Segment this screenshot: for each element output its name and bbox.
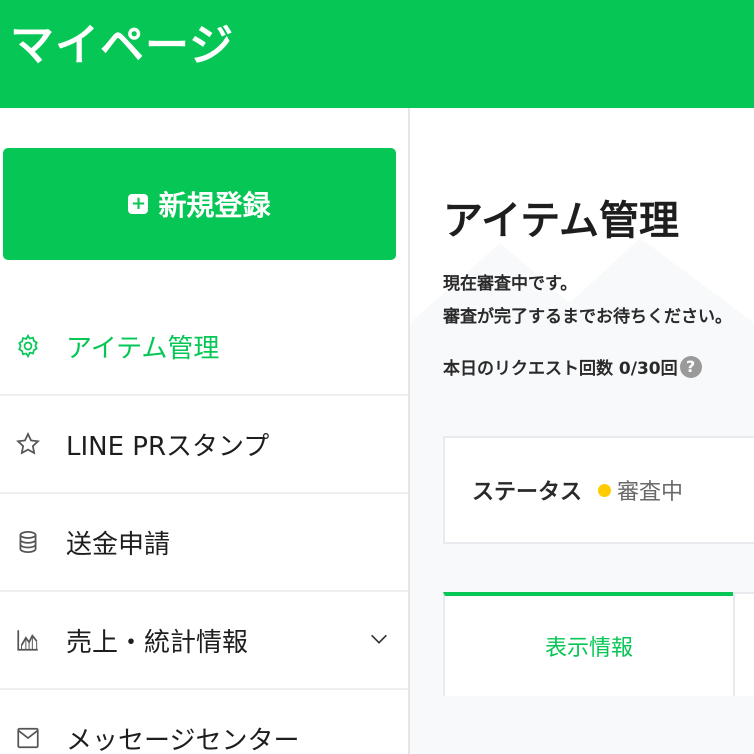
coin-stack-icon — [14, 528, 42, 556]
help-icon[interactable]: ? — [679, 355, 702, 378]
new-registration-button[interactable]: + 新規登録 — [3, 148, 396, 260]
star-icon — [14, 430, 42, 458]
review-status-message: 現在審査中です。 審査が完了するまでお待ちください。 — [443, 268, 732, 334]
tab-label: 表示情報 — [544, 636, 633, 661]
tab-display-info[interactable]: 表示情報 — [443, 592, 735, 696]
status-badge: 審査中 — [617, 480, 684, 505]
request-count: 本日のリクエスト回数 0/30回 ? — [443, 354, 702, 379]
sidebar-item-item-management[interactable]: アイテム管理 — [0, 298, 408, 396]
top-header: マイページ — [0, 0, 754, 108]
page-header-title: マイページ — [10, 20, 235, 71]
new-registration-label: 新規登録 — [158, 189, 271, 222]
review-status-line: 現在審査中です。 — [443, 274, 578, 294]
page-title: アイテム管理 — [443, 198, 679, 244]
gear-icon — [14, 332, 42, 360]
review-status-line: 審査が完了するまでお待ちください。 — [443, 307, 732, 327]
status-dot — [598, 483, 612, 497]
status-card: ステータス 審査中 — [443, 436, 754, 544]
request-count-label: 本日のリクエスト回数 0/30回 — [443, 359, 678, 379]
sidebar-item-label: 売上・統計情報 — [66, 627, 249, 658]
sidebar-item-label: LINE PRスタンプ — [66, 431, 270, 462]
sidebar-item-label: 送金申請 — [66, 529, 171, 560]
tab-bar: 表示情報 — [443, 592, 754, 696]
sidebar-item-label: アイテム管理 — [66, 333, 220, 364]
sidebar-item-remittance[interactable]: 送金申請 — [0, 494, 408, 592]
main-content: アイテム管理 現在審査中です。 審査が完了するまでお待ちください。 本日のリクエ… — [410, 108, 754, 754]
sidebar-item-line-pr-stamp[interactable]: LINE PRスタンプ — [0, 396, 408, 494]
sidebar-menu: アイテム管理 LINE PRスタンプ 送金申請 売上・統計情報 メッセージセンタ… — [0, 298, 408, 754]
envelope-icon — [14, 724, 42, 752]
chart-icon — [14, 626, 42, 654]
sidebar-item-sales-statistics[interactable]: 売上・統計情報 — [0, 592, 408, 690]
tab-next[interactable] — [733, 592, 754, 696]
sidebar-item-label: メッセージセンター — [66, 725, 300, 754]
chevron-down-icon[interactable] — [368, 628, 390, 650]
sidebar: + 新規登録 アイテム管理 LINE PRスタンプ 送金申請 売上・統計情報 メ… — [0, 108, 410, 754]
plus-icon: + — [128, 194, 149, 214]
sidebar-item-message-center[interactable]: メッセージセンター — [0, 690, 408, 754]
status-label: ステータス — [472, 480, 583, 505]
